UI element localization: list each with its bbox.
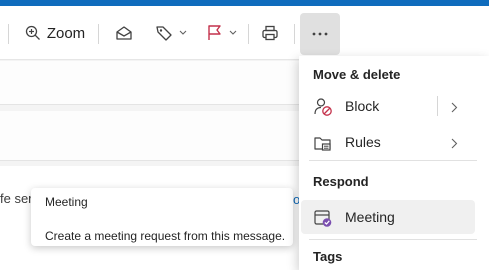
tooltip-description: Create a meeting request from this messa… (45, 229, 286, 243)
more-actions-menu: Move & delete Block Rules Respond Meetin… (299, 56, 489, 270)
menu-section-tags: Tags (313, 249, 343, 264)
block-icon (313, 97, 333, 117)
chevron-right-icon[interactable] (451, 100, 458, 118)
toolbar-separator (98, 24, 99, 44)
more-actions-button[interactable] (300, 13, 340, 55)
mark-as-read-button[interactable] (108, 16, 140, 50)
toolbar-separator (8, 24, 9, 44)
menu-item-block[interactable]: Block (301, 89, 475, 123)
flag-icon (205, 24, 223, 42)
chevron-down-icon (179, 30, 187, 36)
meeting-tooltip: Meeting Create a meeting request from th… (31, 188, 293, 246)
zoom-button[interactable]: Zoom (18, 16, 92, 50)
message-body-text: fe ser (0, 191, 33, 206)
tag-icon (155, 24, 173, 42)
menu-item-meeting-label: Meeting (345, 209, 395, 225)
menu-section-move-delete: Move & delete (313, 67, 401, 82)
chevron-down-icon (229, 30, 237, 36)
menu-item-rules[interactable]: Rules (301, 125, 475, 159)
menu-item-separator (437, 96, 438, 116)
flag-button[interactable] (200, 16, 242, 50)
menu-section-respond: Respond (313, 174, 369, 189)
menu-divider (309, 160, 477, 161)
chevron-right-icon[interactable] (451, 136, 458, 154)
message-header-region (0, 61, 300, 105)
menu-item-block-label: Block (345, 98, 380, 114)
more-icon (312, 32, 328, 36)
toolbar-separator (294, 24, 295, 44)
rules-folder-icon (313, 133, 333, 153)
envelope-open-icon (115, 24, 133, 42)
meeting-icon (313, 208, 333, 228)
menu-divider (309, 239, 477, 240)
tooltip-title: Meeting (45, 195, 88, 209)
message-toolbar: Zoom (0, 6, 489, 60)
zoom-label: Zoom (46, 24, 86, 42)
print-button[interactable] (254, 16, 286, 50)
menu-item-meeting[interactable]: Meeting (301, 200, 475, 234)
print-icon (261, 24, 279, 42)
message-subheader-region (0, 111, 300, 161)
menu-item-rules-label: Rules (345, 134, 381, 150)
categorize-button[interactable] (150, 16, 192, 50)
zoom-icon (25, 25, 41, 41)
toolbar-separator (248, 24, 249, 44)
